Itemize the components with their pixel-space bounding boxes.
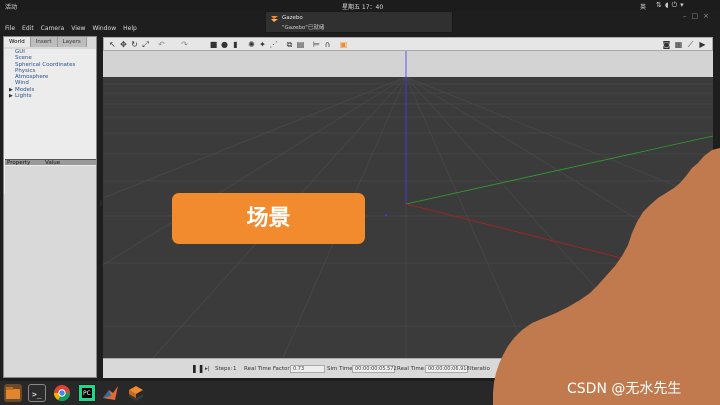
- clock[interactable]: 星期五 17：40: [342, 2, 383, 11]
- tree-item-label: Models: [15, 86, 35, 93]
- files-app-icon[interactable]: [4, 384, 22, 402]
- panel-tabs: World Insert Layers: [4, 37, 87, 48]
- notification-title: Gazebo: [282, 15, 303, 21]
- matlab-app-icon[interactable]: [102, 384, 120, 402]
- maximize-button[interactable]: □: [692, 12, 699, 20]
- tab-layers[interactable]: Layers: [57, 37, 87, 47]
- menu-chevron-icon: ▾: [680, 1, 684, 9]
- steps-value[interactable]: 1: [233, 366, 237, 372]
- tree-item-label: Scene: [15, 55, 32, 62]
- log-icon[interactable]: ▦: [674, 40, 683, 49]
- tree-item-label: Spherical Coordinates: [15, 61, 76, 68]
- tree-item-label: GUI: [15, 49, 25, 55]
- svg-text:>_: >_: [32, 390, 42, 399]
- snap-icon[interactable]: ∩: [323, 40, 332, 49]
- menu-help[interactable]: Help: [123, 23, 137, 34]
- rtf-value: 0.73: [290, 365, 325, 373]
- screenshot-icon[interactable]: ◙: [662, 40, 671, 49]
- left-panel: World Insert Layers GUI Scene Spherical …: [3, 36, 97, 378]
- menu-edit[interactable]: Edit: [22, 23, 34, 34]
- panel-splitter-handle[interactable]: ⋮: [98, 200, 104, 210]
- network-icon: ⇅: [656, 1, 662, 9]
- menu-window[interactable]: Window: [92, 23, 116, 34]
- rotate-mode-icon[interactable]: ↻: [130, 40, 139, 49]
- terminal-app-icon[interactable]: >_: [28, 384, 46, 402]
- step-icon[interactable]: ▸|: [205, 366, 210, 372]
- x-axis-line: [405, 203, 713, 282]
- notification-body: "Gazebo"已就绪: [282, 25, 325, 31]
- cylinder-shape-icon[interactable]: ▮: [231, 40, 240, 49]
- value-column-header: Value: [45, 160, 61, 166]
- svg-text:PC: PC: [83, 390, 91, 397]
- real-time-label: Real Time:: [397, 366, 426, 372]
- activities-button[interactable]: 活动: [5, 2, 17, 11]
- translate-mode-icon[interactable]: ✥: [119, 40, 128, 49]
- tree-item-lights[interactable]: ▶ Lights: [4, 93, 96, 99]
- window-controls: – □ ×: [683, 12, 709, 20]
- scale-mode-icon[interactable]: ⤢: [141, 40, 150, 49]
- real-time-value: 00:00:00:06.918: [425, 365, 470, 373]
- select-mode-icon[interactable]: ↖: [108, 40, 117, 49]
- gnome-top-bar: 活动 星期五 17：40 英 ⇅ ◖ ⏻ ▾: [0, 0, 720, 11]
- scene-callout-label: 场景: [172, 193, 365, 244]
- pycharm-app-icon[interactable]: PC: [78, 384, 96, 402]
- chrome-app-icon[interactable]: [53, 384, 71, 402]
- property-column-header: Property: [7, 160, 31, 166]
- undo-icon[interactable]: ↶: [157, 40, 166, 49]
- rtf-label: Real Time Factor:: [244, 366, 292, 372]
- menu-camera[interactable]: Camera: [41, 23, 65, 34]
- change-view-icon[interactable]: ▣: [339, 40, 348, 49]
- tree-item-label: Wind: [15, 80, 29, 87]
- iterations-label: Iteratio: [470, 366, 490, 372]
- y-axis-line: [405, 135, 713, 205]
- copy-icon[interactable]: ⧉: [285, 40, 294, 49]
- power-icon: ⏻: [671, 1, 678, 9]
- spot-light-icon[interactable]: ✦: [258, 40, 267, 49]
- system-tray[interactable]: ⇅ ◖ ⏻ ▾: [656, 1, 684, 10]
- align-icon[interactable]: ⊨: [312, 40, 321, 49]
- plot-icon[interactable]: ⟋: [686, 40, 695, 49]
- point-light-icon[interactable]: ✺: [247, 40, 256, 49]
- tab-insert[interactable]: Insert: [30, 37, 58, 47]
- property-table: [5, 166, 96, 376]
- sphere-shape-icon[interactable]: ●: [220, 40, 229, 49]
- steps-label: Steps:: [215, 366, 233, 372]
- tab-world[interactable]: World: [4, 37, 31, 47]
- scene-toolbar: ↖ ✥ ↻ ⤢ ↶ ↷ ■ ● ▮ ✺ ✦ ⋰ ⧉ ▤ ⊨ ∩ ▣ ◙ ▦ ⟋ …: [103, 37, 713, 51]
- menubar: File Edit Camera View Window Help: [0, 23, 265, 34]
- status-bar: ❚❚ ▸| Steps: 1 Real Time Factor: 0.73 Si…: [103, 358, 713, 378]
- screen: 活动 星期五 17：40 英 ⇅ ◖ ⏻ ▾ Gazebo "Gazebo"已就…: [0, 0, 720, 405]
- sim-time-value: 00:00:00:05.572: [352, 365, 397, 373]
- gazebo-app-icon[interactable]: [127, 384, 145, 402]
- box-shape-icon[interactable]: ■: [209, 40, 218, 49]
- gazebo-icon: [271, 16, 278, 22]
- tree-item-label: Physics: [15, 67, 36, 74]
- close-button[interactable]: ×: [703, 12, 709, 20]
- sim-time-label: Sim Time:: [327, 366, 355, 372]
- menu-view[interactable]: View: [71, 23, 85, 34]
- directional-light-icon[interactable]: ⋰: [269, 40, 278, 49]
- watermark-text: CSDN @无水先生: [567, 381, 682, 397]
- notification-banner[interactable]: Gazebo "Gazebo"已就绪: [265, 11, 453, 33]
- tree-item-label: Lights: [15, 93, 32, 100]
- redo-icon[interactable]: ↷: [180, 40, 189, 49]
- pause-icon[interactable]: ❚❚: [191, 364, 204, 373]
- tree-item-label: Atmosphere: [15, 74, 49, 81]
- property-table-header: Property Value: [5, 159, 96, 166]
- minimize-button[interactable]: –: [683, 12, 687, 20]
- menu-file[interactable]: File: [5, 23, 15, 34]
- expand-arrow-icon[interactable]: ▶: [9, 93, 13, 99]
- paste-icon[interactable]: ▤: [296, 40, 305, 49]
- video-record-icon[interactable]: ▶: [698, 40, 707, 49]
- volume-icon: ◖: [664, 1, 669, 9]
- input-method-indicator[interactable]: 英: [640, 2, 646, 11]
